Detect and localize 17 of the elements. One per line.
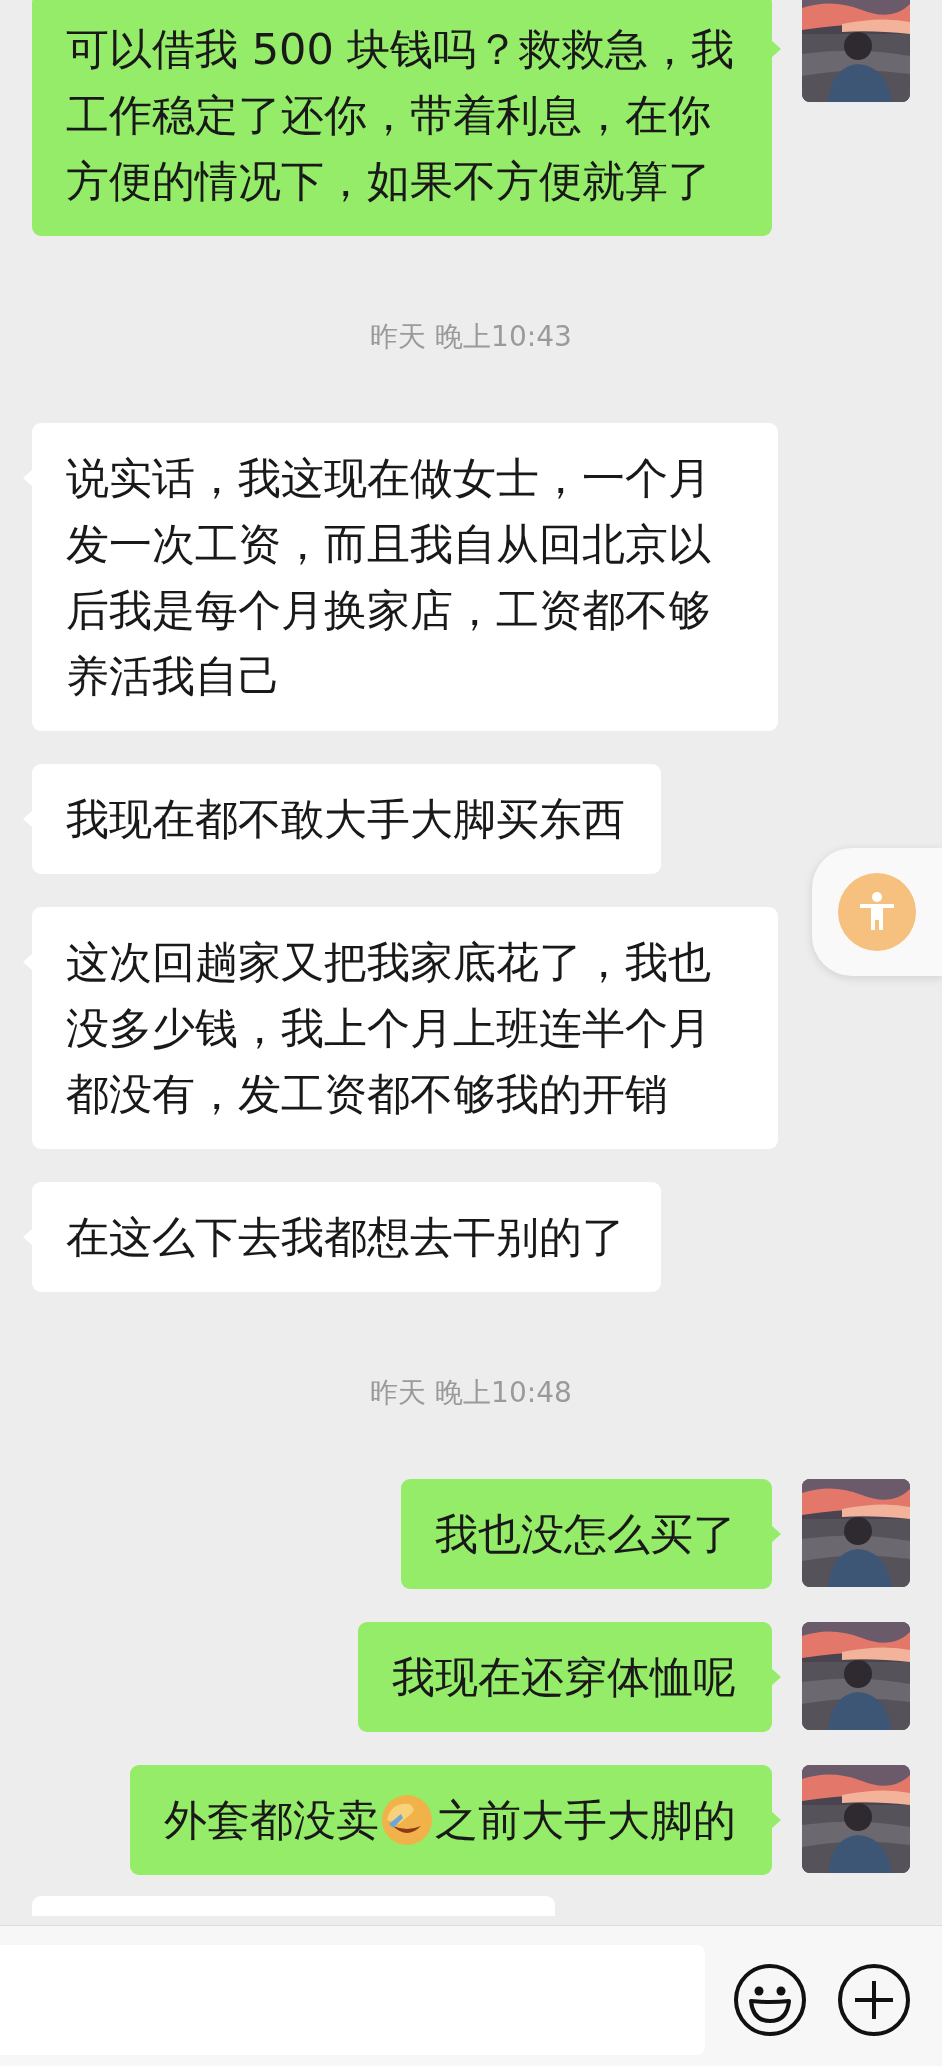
timestamp: 昨天 晚上10:43	[370, 319, 572, 355]
plus-icon	[837, 1963, 911, 2037]
message-text: 我现在都不敢大手大脚买东西	[66, 793, 625, 846]
message-text: 在这么下去我都想去干别的了	[66, 1211, 625, 1264]
timestamp: 昨天 晚上10:48	[370, 1375, 572, 1411]
emoji-icon	[381, 1794, 433, 1846]
message-text: 之前大手大脚的	[435, 1794, 736, 1847]
message-text: 可以借我 500 块钱吗？救救急，我工作稳定了还你，带着利息，在你方便的情况下，如果不方便就算了	[66, 23, 736, 208]
emoji-button[interactable]	[731, 1961, 809, 2039]
smiley-icon	[733, 1963, 807, 2037]
message-text: 我现在还穿体恤呢	[392, 1651, 736, 1704]
message-text: 我也没怎么买了	[435, 1508, 736, 1561]
add-button[interactable]	[835, 1961, 913, 2039]
person-icon	[860, 892, 894, 932]
message-text: 这次回趟家又把我家底花了，我也没多少钱，我上个月上班连半个月都没有，发工资都不够我的开销	[66, 936, 712, 1121]
message-text: 外套都没卖	[164, 1794, 379, 1847]
message-text: 说实话，我这现在做女士，一个月发一次工资，而且我自从回北京以后我是每个月换家店，工资都不够养活我自己	[66, 452, 712, 703]
